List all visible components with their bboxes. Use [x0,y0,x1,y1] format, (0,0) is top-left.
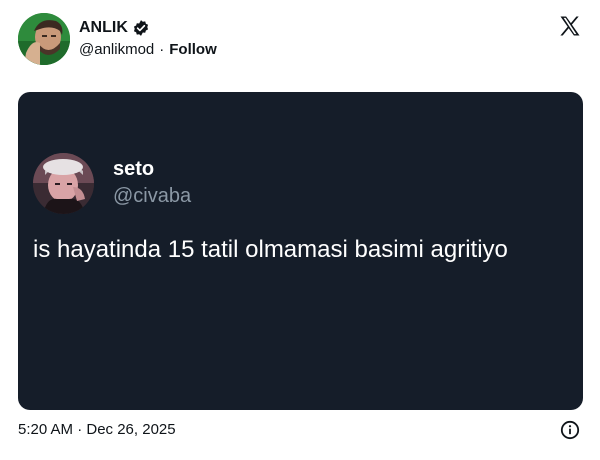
info-icon[interactable] [560,420,580,440]
x-logo-icon[interactable] [558,14,582,38]
follow-button[interactable]: Follow [169,41,217,58]
avatar-photo [18,13,70,65]
verified-badge-icon [132,19,150,37]
author-avatar[interactable] [18,13,70,65]
embedded-author-handle[interactable]: @civaba [113,184,191,208]
embedded-tweet-card[interactable]: seto @civaba is hayatinda 15 tatil olmam… [18,92,583,410]
embedded-tweet-text: is hayatinda 15 tatil olmamasi basimi ag… [33,236,508,263]
embedded-avatar-photo [33,153,94,214]
tweet-header: ANLIK @anlikmod · Follow [18,12,584,68]
embedded-author-avatar[interactable] [33,153,94,214]
separator-dot: · [159,41,165,58]
embedded-author-block: seto @civaba [113,157,191,208]
author-handle[interactable]: @anlikmod [79,41,154,58]
embedded-author-name[interactable]: seto [113,157,191,181]
author-name[interactable]: ANLIK [79,19,128,37]
author-block: ANLIK @anlikmod · Follow [79,18,217,58]
tweet-timestamp[interactable]: 5:20 AM · Dec 26, 2025 [18,421,176,438]
